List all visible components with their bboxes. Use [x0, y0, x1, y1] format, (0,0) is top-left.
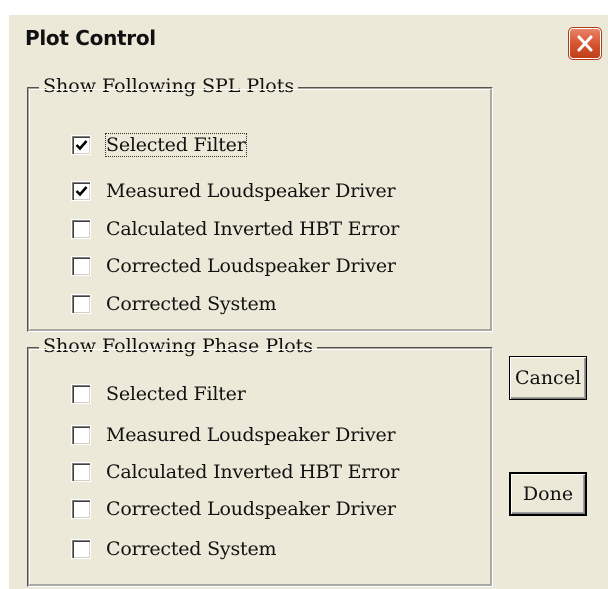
cancel-button[interactable]: Cancel — [509, 356, 587, 400]
phase-measured-driver-checkbox[interactable] — [71, 425, 91, 445]
spl-selected-filter-checkbox[interactable] — [71, 135, 91, 155]
spl-option-measured-driver[interactable]: Measured Loudspeaker Driver — [71, 178, 396, 204]
window-title: Plot Control — [25, 26, 156, 50]
spl-option-selected-filter[interactable]: Selected Filter — [71, 132, 247, 158]
checkmark-icon — [75, 140, 88, 151]
spl-measured-driver-label[interactable]: Measured Loudspeaker Driver — [106, 180, 396, 202]
spl-corrected-system-label[interactable]: Corrected System — [106, 293, 277, 315]
checkmark-icon — [75, 186, 88, 197]
spl-option-corrected-system[interactable]: Corrected System — [71, 291, 277, 317]
phase-selected-filter-checkbox[interactable] — [71, 384, 91, 404]
phase-option-selected-filter[interactable]: Selected Filter — [71, 381, 246, 407]
spl-plots-group: Show Following SPL Plots Selected Filter… — [27, 75, 493, 332]
phase-corrected-driver-checkbox[interactable] — [71, 499, 91, 519]
spl-plots-legend: Show Following SPL Plots — [39, 75, 299, 97]
spl-inverted-hbt-error-checkbox[interactable] — [71, 219, 91, 239]
spl-option-corrected-driver[interactable]: Corrected Loudspeaker Driver — [71, 253, 396, 279]
phase-corrected-driver-label[interactable]: Corrected Loudspeaker Driver — [106, 498, 396, 520]
phase-inverted-hbt-error-checkbox[interactable] — [71, 462, 91, 482]
spl-option-inverted-hbt-error[interactable]: Calculated Inverted HBT Error — [71, 216, 399, 242]
title-bar[interactable]: Plot Control — [9, 15, 608, 60]
close-button[interactable] — [568, 27, 602, 60]
close-icon — [577, 35, 593, 52]
spl-corrected-system-checkbox[interactable] — [71, 294, 91, 314]
phase-option-measured-driver[interactable]: Measured Loudspeaker Driver — [71, 422, 396, 448]
done-button[interactable]: Done — [509, 472, 587, 516]
phase-option-inverted-hbt-error[interactable]: Calculated Inverted HBT Error — [71, 459, 399, 485]
phase-measured-driver-label[interactable]: Measured Loudspeaker Driver — [106, 424, 396, 446]
phase-selected-filter-label[interactable]: Selected Filter — [106, 383, 246, 405]
plot-control-dialog: Plot Control Show Following SPL Plots Se… — [7, 13, 608, 589]
phase-option-corrected-system[interactable]: Corrected System — [71, 536, 277, 562]
phase-corrected-system-checkbox[interactable] — [71, 539, 91, 559]
phase-option-corrected-driver[interactable]: Corrected Loudspeaker Driver — [71, 496, 396, 522]
spl-corrected-driver-label[interactable]: Corrected Loudspeaker Driver — [106, 255, 396, 277]
phase-corrected-system-label[interactable]: Corrected System — [106, 538, 277, 560]
phase-plots-group: Show Following Phase Plots Selected Filt… — [27, 335, 493, 587]
spl-selected-filter-label[interactable]: Selected Filter — [105, 133, 247, 157]
phase-inverted-hbt-error-label[interactable]: Calculated Inverted HBT Error — [106, 461, 399, 483]
spl-inverted-hbt-error-label[interactable]: Calculated Inverted HBT Error — [106, 218, 399, 240]
phase-plots-legend: Show Following Phase Plots — [39, 335, 318, 357]
spl-measured-driver-checkbox[interactable] — [71, 181, 91, 201]
spl-corrected-driver-checkbox[interactable] — [71, 256, 91, 276]
